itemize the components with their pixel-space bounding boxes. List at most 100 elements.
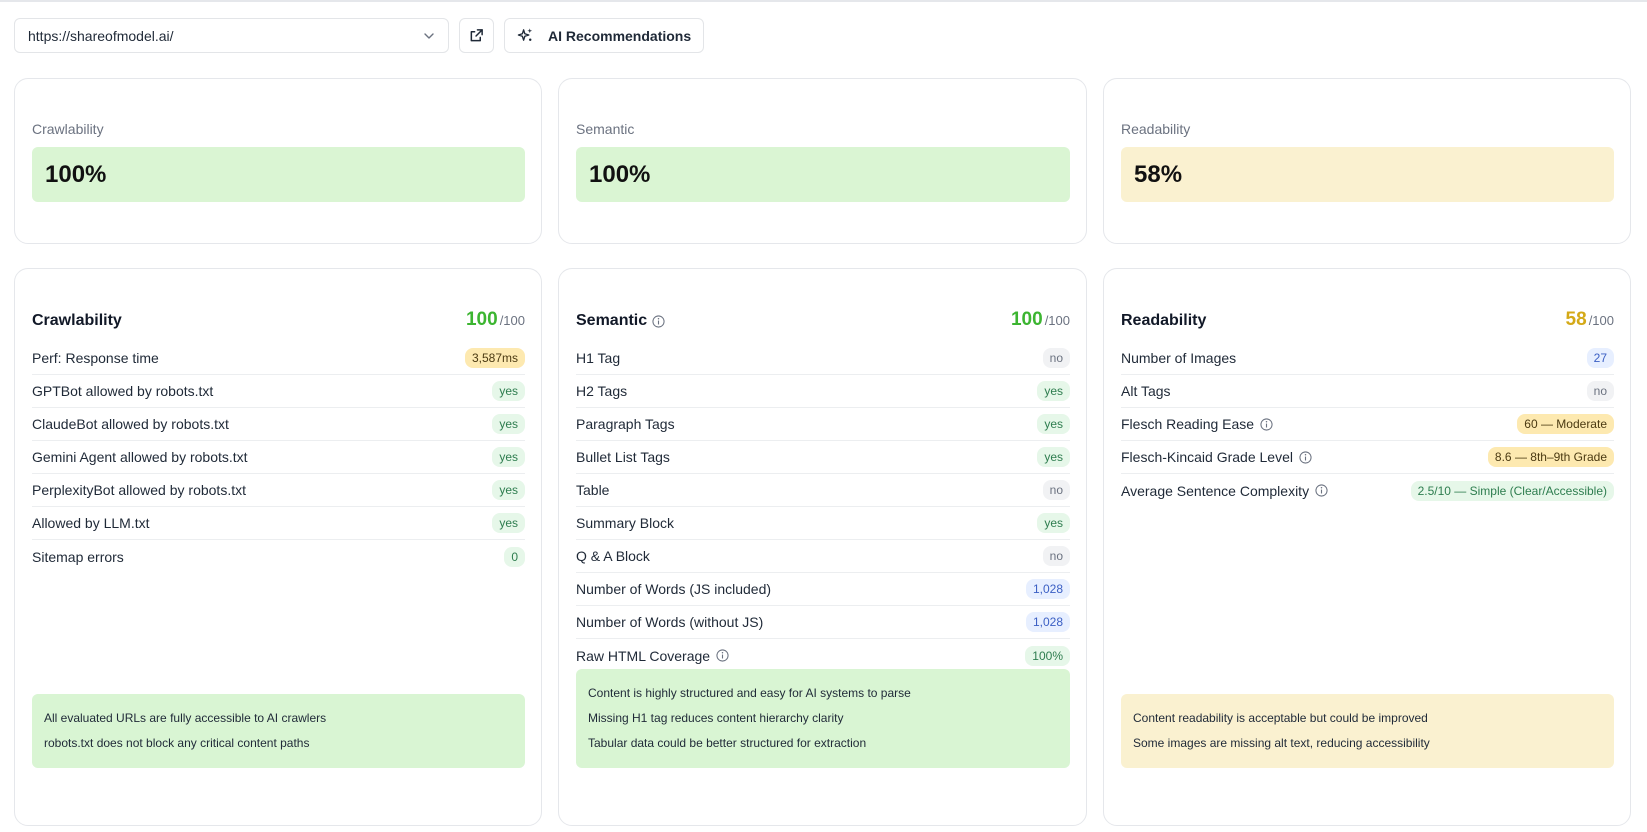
metric-row: Sitemap errors 0: [32, 540, 525, 573]
metric-label: Summary Block: [576, 515, 675, 531]
metric-label-group: Table: [576, 482, 609, 498]
metric-label: Raw HTML Coverage: [576, 647, 711, 664]
metric-label-group: PerplexityBot allowed by robots.txt: [32, 482, 246, 498]
metric-row: Alt Tags no: [1121, 375, 1614, 408]
metric-value-badge: no: [1586, 381, 1614, 401]
metric-list: Perf: Response time 3,587ms GPTBot allowed…: [32, 342, 525, 573]
card-title: Readability: [1121, 312, 1206, 330]
metric-value-badge: 1,028: [1025, 612, 1070, 632]
metric-label-group: Flesch Reading Ease: [1121, 416, 1273, 432]
metric-row: Number of Images 27: [1121, 342, 1614, 375]
metric-label-group: Bullet List Tags: [576, 449, 670, 465]
summary-line: Missing H1 tag reduces content hierarchy…: [588, 711, 844, 725]
metric-label: Average Sentence Complexity: [1121, 482, 1310, 499]
card-score: 100 /100: [1011, 309, 1070, 331]
metric-row: Table no: [576, 474, 1070, 507]
score-number: 58: [1565, 309, 1587, 330]
metric-label-group: ClaudeBot allowed by robots.txt: [32, 416, 229, 432]
info-icon[interactable]: [1260, 417, 1273, 431]
metric-label-group: Perf: Response time: [32, 350, 159, 366]
semantic-detail-card: Semantic 100 /100 H1 Tag no H2 Tags yes Para…: [558, 268, 1087, 826]
metric-list: H1 Tag no H2 Tags yes Paragraph Tags yes Bulle…: [576, 342, 1070, 672]
metric-row: Raw HTML Coverage 100%: [576, 639, 1070, 672]
metric-label-group: Alt Tags: [1121, 383, 1171, 399]
card-title-text: Crawlability: [32, 312, 122, 329]
metric-value-badge: yes: [1037, 381, 1070, 401]
score-number: 100: [1010, 309, 1043, 330]
metric-value-badge: no: [1042, 480, 1070, 500]
metric-label: Flesch Reading Ease: [1121, 416, 1255, 432]
metric-value-badge: yes: [492, 447, 525, 467]
metric-label: ClaudeBot allowed by robots.txt: [32, 416, 229, 432]
metric-label-group: Raw HTML Coverage: [576, 648, 729, 664]
metric-label: PerplexityBot allowed by robots.txt: [32, 482, 246, 498]
metric-label: Gemini Agent allowed by robots.txt: [32, 449, 248, 465]
summary-line: Some images are missing alt text, reduci…: [1133, 736, 1430, 750]
metric-row: Paragraph Tags yes: [576, 408, 1070, 441]
metric-label-group: Summary Block: [576, 515, 674, 531]
metric-label-group: Average Sentence Complexity: [1121, 483, 1328, 499]
metric-value-badge: 2.5/10 — Simple (Clear/Accessible): [1410, 480, 1614, 501]
metric-label: Allowed by LLM.txt: [32, 515, 150, 531]
score-card-value: 100%: [576, 147, 1070, 202]
summary-line: All evaluated URLs are fully accessible …: [44, 711, 327, 725]
card-title-text: Semantic: [576, 312, 648, 329]
card-header: Crawlability 100 /100: [32, 309, 525, 331]
metric-label: Number of Words (JS included): [576, 581, 772, 597]
info-icon[interactable]: [716, 649, 729, 662]
metric-label: Perf: Response time: [32, 350, 159, 366]
metric-value-badge: yes: [492, 381, 525, 401]
score-card-value: 58%: [1121, 147, 1614, 202]
card-score: 100 /100: [466, 309, 525, 331]
metric-row: H2 Tags yes: [576, 375, 1070, 408]
info-icon[interactable]: [652, 314, 665, 328]
card-title-text: Readability: [1121, 312, 1207, 329]
metric-value-badge: 3,587ms: [464, 348, 525, 368]
metric-row: PerplexityBot allowed by robots.txt yes: [32, 474, 525, 507]
summary-box: Content is highly structured and easy fo…: [576, 669, 1070, 768]
metric-value-badge: 0: [504, 546, 525, 567]
metric-row: Flesch Reading Ease 60 — Moderate: [1121, 408, 1614, 441]
open-external-button[interactable]: [459, 18, 494, 53]
metric-label-group: Number of Words (JS included): [576, 581, 771, 597]
metric-label-group: Sitemap errors: [32, 549, 124, 565]
metric-row: Number of Words (without JS) 1,028: [576, 606, 1070, 639]
metric-label-group: H1 Tag: [576, 350, 620, 366]
external-link-icon: [470, 29, 483, 42]
score-card-label: Crawlability: [32, 121, 104, 137]
info-icon[interactable]: [1315, 484, 1328, 497]
score-card-value: 100%: [32, 147, 525, 202]
metric-row: Summary Block yes: [576, 507, 1070, 540]
metric-label-group: Number of Words (without JS): [576, 614, 763, 630]
crawlability-score-card: Crawlability 100%: [14, 78, 542, 244]
metric-value-badge: 60 — Moderate: [1517, 414, 1614, 434]
metric-label-group: GPTBot allowed by robots.txt: [32, 383, 213, 399]
score-denominator: /100: [1588, 313, 1614, 328]
metric-label-group: Q & A Block: [576, 548, 650, 564]
metric-label: Table: [576, 482, 610, 498]
score-denominator: /100: [1044, 313, 1070, 328]
score-card-label: Readability: [1121, 121, 1191, 137]
metric-value-badge: yes: [492, 414, 525, 434]
metric-row: H1 Tag no: [576, 342, 1070, 375]
readability-score-card: Readability 58%: [1103, 78, 1631, 244]
metric-value-badge: 8.6 — 8th–9th Grade: [1487, 447, 1614, 467]
metric-label: Q & A Block: [576, 548, 650, 564]
metric-row: Gemini Agent allowed by robots.txt yes: [32, 441, 525, 474]
ai-recommendations-label: AI Recommendations: [548, 27, 692, 44]
ai-recommendations-button[interactable]: AI Recommendations: [504, 18, 705, 53]
metric-row: Perf: Response time 3,587ms: [32, 342, 525, 375]
card-title: Semantic: [576, 312, 665, 330]
card-score: 58 /100: [1566, 309, 1614, 331]
metric-row: ClaudeBot allowed by robots.txt yes: [32, 408, 525, 441]
metric-value-badge: no: [1042, 546, 1070, 566]
url-select[interactable]: https://shareofmodel.ai/: [14, 18, 449, 53]
metric-label: H1 Tag: [576, 350, 621, 366]
metric-label: Sitemap errors: [32, 548, 124, 565]
metric-row: Bullet List Tags yes: [576, 441, 1070, 474]
crawlability-detail-card: Crawlability 100 /100 Perf: Response tim…: [14, 268, 542, 826]
metric-value-badge: yes: [492, 513, 525, 533]
toolbar: https://shareofmodel.ai/ AI Recommendati…: [14, 18, 705, 53]
top-divider: [0, 0, 1647, 2]
info-icon[interactable]: [1299, 450, 1312, 464]
